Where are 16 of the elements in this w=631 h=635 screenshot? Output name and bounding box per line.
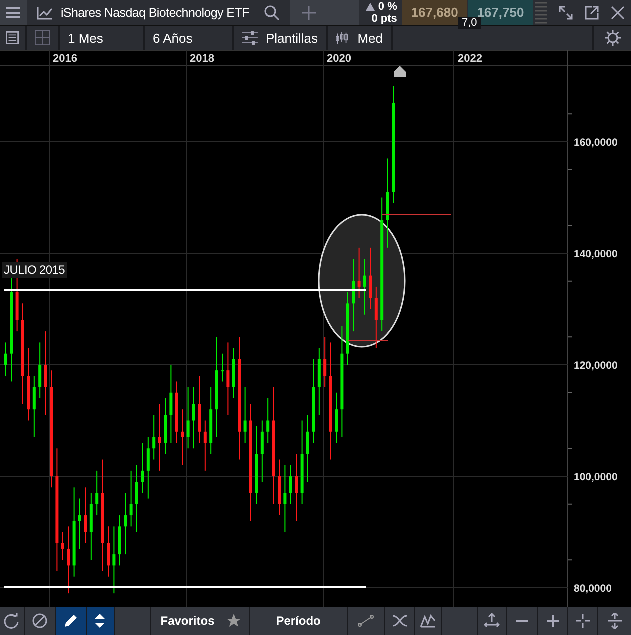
year-label: 2022 xyxy=(458,53,482,65)
price-label: 100,0000 xyxy=(574,472,618,484)
year-label: 2020 xyxy=(327,53,352,65)
change-points: 0 pts xyxy=(372,12,398,24)
annotation-label: JULIO 2015 xyxy=(2,262,68,278)
price-label: 160,0000 xyxy=(574,137,618,149)
favorites-button[interactable]: Favoritos xyxy=(150,607,249,635)
year-label: 2018 xyxy=(190,53,214,65)
price-label: 80,0000 xyxy=(574,583,612,595)
price-label: 140,0000 xyxy=(574,248,618,260)
change-percent: 0 % xyxy=(378,0,398,12)
period-button[interactable]: Período xyxy=(250,607,348,635)
spread-badge: 7,0 xyxy=(458,17,482,29)
year-label: 2016 xyxy=(53,53,78,65)
instrument-title: iShares Nasdaq Biotechnology ETF xyxy=(60,6,250,20)
price-label: 120,0000 xyxy=(574,360,618,372)
